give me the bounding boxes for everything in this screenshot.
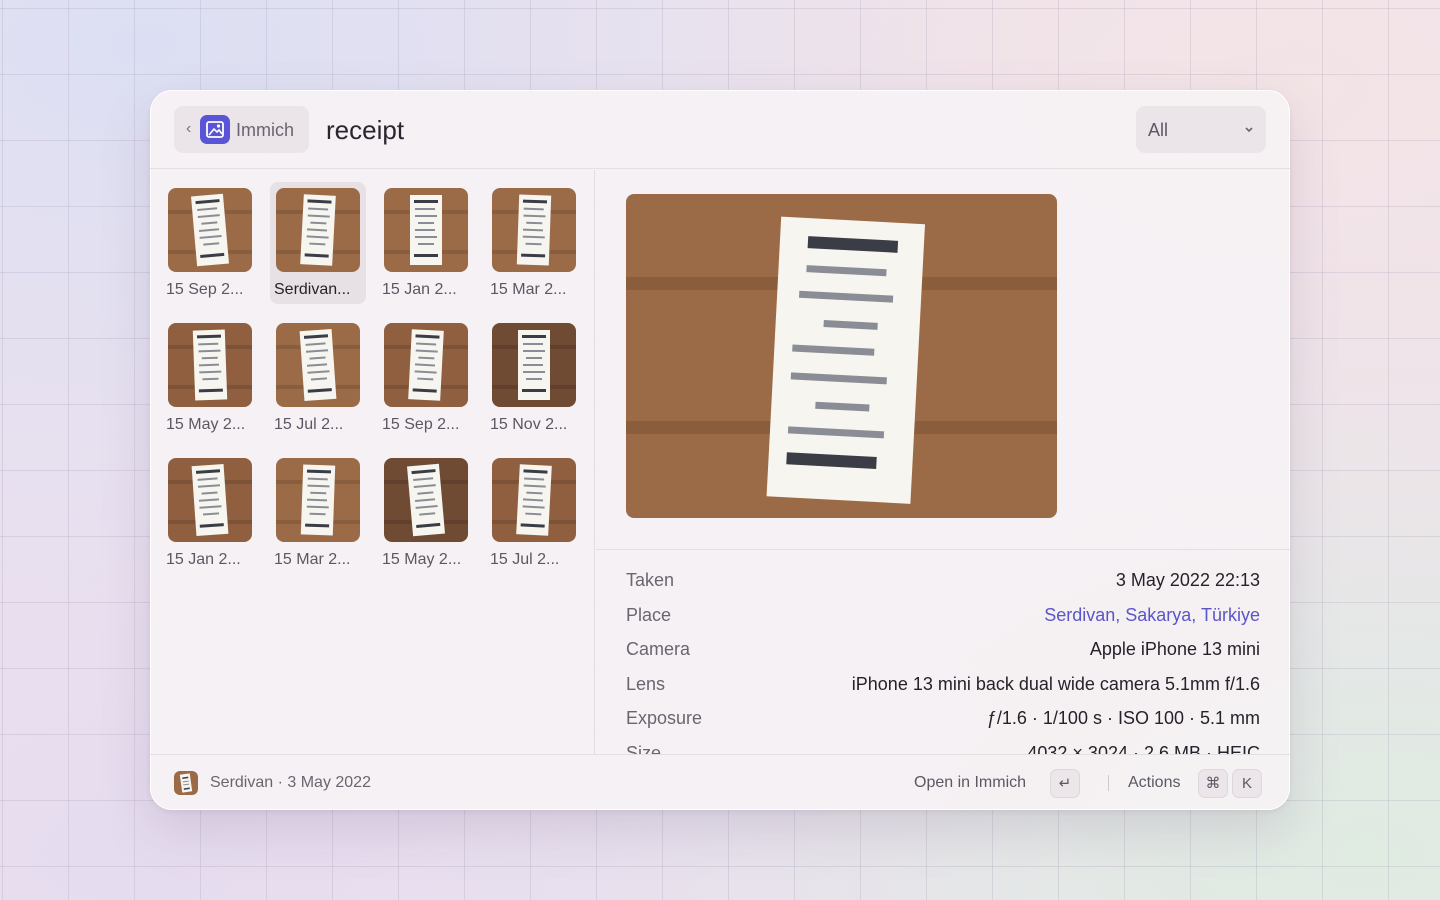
launcher-window: ‹ Immich All bbox=[150, 90, 1290, 810]
receipt-thumbnail bbox=[384, 188, 468, 272]
metadata-row: Place Serdivan, Sakarya, Türkiye bbox=[626, 605, 1260, 635]
metadata-row: Taken 3 May 2022 22:13 bbox=[626, 570, 1260, 600]
metadata-value: 4032 × 3024 · 2.6 MB · HEIC bbox=[1027, 743, 1260, 754]
receipt-thumbnail bbox=[168, 323, 252, 407]
metadata-value: 3 May 2022 22:13 bbox=[1115, 570, 1260, 590]
open-in-immich-button[interactable]: Open in Immich bbox=[914, 774, 1026, 792]
results-grid: 15 Sep 2... Serdivan... 15 Jan 2... 15 M… bbox=[150, 170, 595, 754]
result-label: 15 Mar 2... bbox=[274, 551, 351, 568]
actions-button[interactable]: Actions bbox=[1128, 774, 1180, 792]
return-key-icon: ↵ bbox=[1050, 769, 1080, 798]
result-label: 15 Nov 2... bbox=[490, 416, 568, 433]
filter-value: All bbox=[1148, 120, 1169, 140]
chevron-left-icon: ‹ bbox=[186, 120, 192, 137]
receipt-thumbnail bbox=[276, 323, 360, 407]
selected-thumbnail-icon bbox=[174, 771, 198, 795]
result-item[interactable]: 15 Mar 2... bbox=[486, 182, 582, 304]
k-key-icon: K bbox=[1232, 769, 1262, 798]
result-item[interactable]: 15 May 2... bbox=[378, 452, 474, 574]
metadata-key: Exposure bbox=[626, 708, 703, 729]
receipt-thumbnail bbox=[276, 458, 360, 542]
receipt-thumbnail bbox=[492, 323, 576, 407]
footer-separator bbox=[1108, 775, 1109, 791]
selection-status: Serdivan · 3 May 2022 bbox=[210, 774, 371, 791]
metadata-key: Camera bbox=[626, 639, 691, 660]
receipt-thumbnail bbox=[384, 323, 468, 407]
result-item[interactable]: 15 May 2... bbox=[162, 317, 258, 439]
header: ‹ Immich All bbox=[150, 90, 1290, 169]
metadata-row: Lens iPhone 13 mini back dual wide camera… bbox=[626, 674, 1260, 704]
command-key-icon: ⌘ bbox=[1198, 769, 1228, 798]
result-item[interactable]: 15 Mar 2... bbox=[270, 452, 366, 574]
result-item[interactable]: 15 Jan 2... bbox=[162, 452, 258, 574]
metadata-panel: Taken 3 May 2022 22:13 Place Serdivan, Saka… bbox=[596, 550, 1290, 754]
search-input[interactable] bbox=[326, 112, 1026, 148]
receipt-thumbnail bbox=[168, 188, 252, 272]
result-label: 15 Jan 2... bbox=[166, 551, 241, 568]
result-label: Serdivan... bbox=[274, 281, 351, 298]
metadata-key: Place bbox=[626, 604, 672, 625]
result-item[interactable]: 15 Sep 2... bbox=[378, 317, 474, 439]
result-item[interactable]: 15 Jan 2... bbox=[378, 182, 474, 304]
place-link[interactable]: Serdivan, Sakarya, Türkiye bbox=[1044, 605, 1260, 626]
metadata-row: Exposure ƒ/1.6 · 1/100 s · ISO 100 · 5.1 … bbox=[626, 708, 1260, 738]
result-item[interactable]: 15 Nov 2... bbox=[486, 317, 582, 439]
metadata-value: ƒ/1.6 · 1/100 s · ISO 100 · 5.1 mm bbox=[986, 708, 1260, 729]
result-label: 15 Jul 2... bbox=[490, 551, 560, 568]
result-label: 15 Sep 2... bbox=[382, 416, 460, 433]
metadata-row: Camera Apple iPhone 13 mini bbox=[626, 639, 1260, 669]
result-label: 15 Jan 2... bbox=[382, 281, 457, 298]
result-label: 15 May 2... bbox=[166, 416, 246, 433]
result-item[interactable]: 15 Jul 2... bbox=[486, 452, 582, 574]
receipt-thumbnail bbox=[384, 458, 468, 542]
result-label: 15 Jul 2... bbox=[274, 416, 344, 433]
receipt-thumbnail bbox=[168, 458, 252, 542]
metadata-key: Size bbox=[626, 743, 662, 754]
result-label: 15 Sep 2... bbox=[166, 281, 244, 298]
result-item[interactable]: Serdivan... bbox=[270, 182, 366, 304]
result-item[interactable]: 15 Sep 2... bbox=[162, 182, 258, 304]
app-name: Immich bbox=[236, 120, 294, 140]
filter-dropdown[interactable]: All bbox=[1136, 106, 1266, 153]
back-button[interactable]: ‹ Immich bbox=[174, 106, 309, 153]
preview-image bbox=[626, 194, 1057, 518]
receipt-thumbnail bbox=[492, 188, 576, 272]
result-label: 15 May 2... bbox=[382, 551, 462, 568]
chevron-down-icon bbox=[1245, 127, 1253, 133]
metadata-key: Taken bbox=[626, 570, 675, 590]
metadata-value: iPhone 13 mini back dual wide camera 5.1… bbox=[851, 673, 1260, 694]
immich-app-icon bbox=[200, 115, 230, 144]
result-item[interactable]: 15 Jul 2... bbox=[270, 317, 366, 439]
receipt-thumbnail bbox=[492, 458, 576, 542]
metadata-value: Apple iPhone 13 mini bbox=[1089, 639, 1260, 660]
footer: Serdivan · 3 May 2022 Open in Immich ↵ A… bbox=[150, 754, 1290, 810]
receipt-thumbnail bbox=[276, 188, 360, 272]
result-label: 15 Mar 2... bbox=[490, 281, 567, 298]
metadata-row: Size 4032 × 3024 · 2.6 MB · HEIC bbox=[626, 743, 1260, 754]
metadata-key: Lens bbox=[626, 673, 666, 694]
